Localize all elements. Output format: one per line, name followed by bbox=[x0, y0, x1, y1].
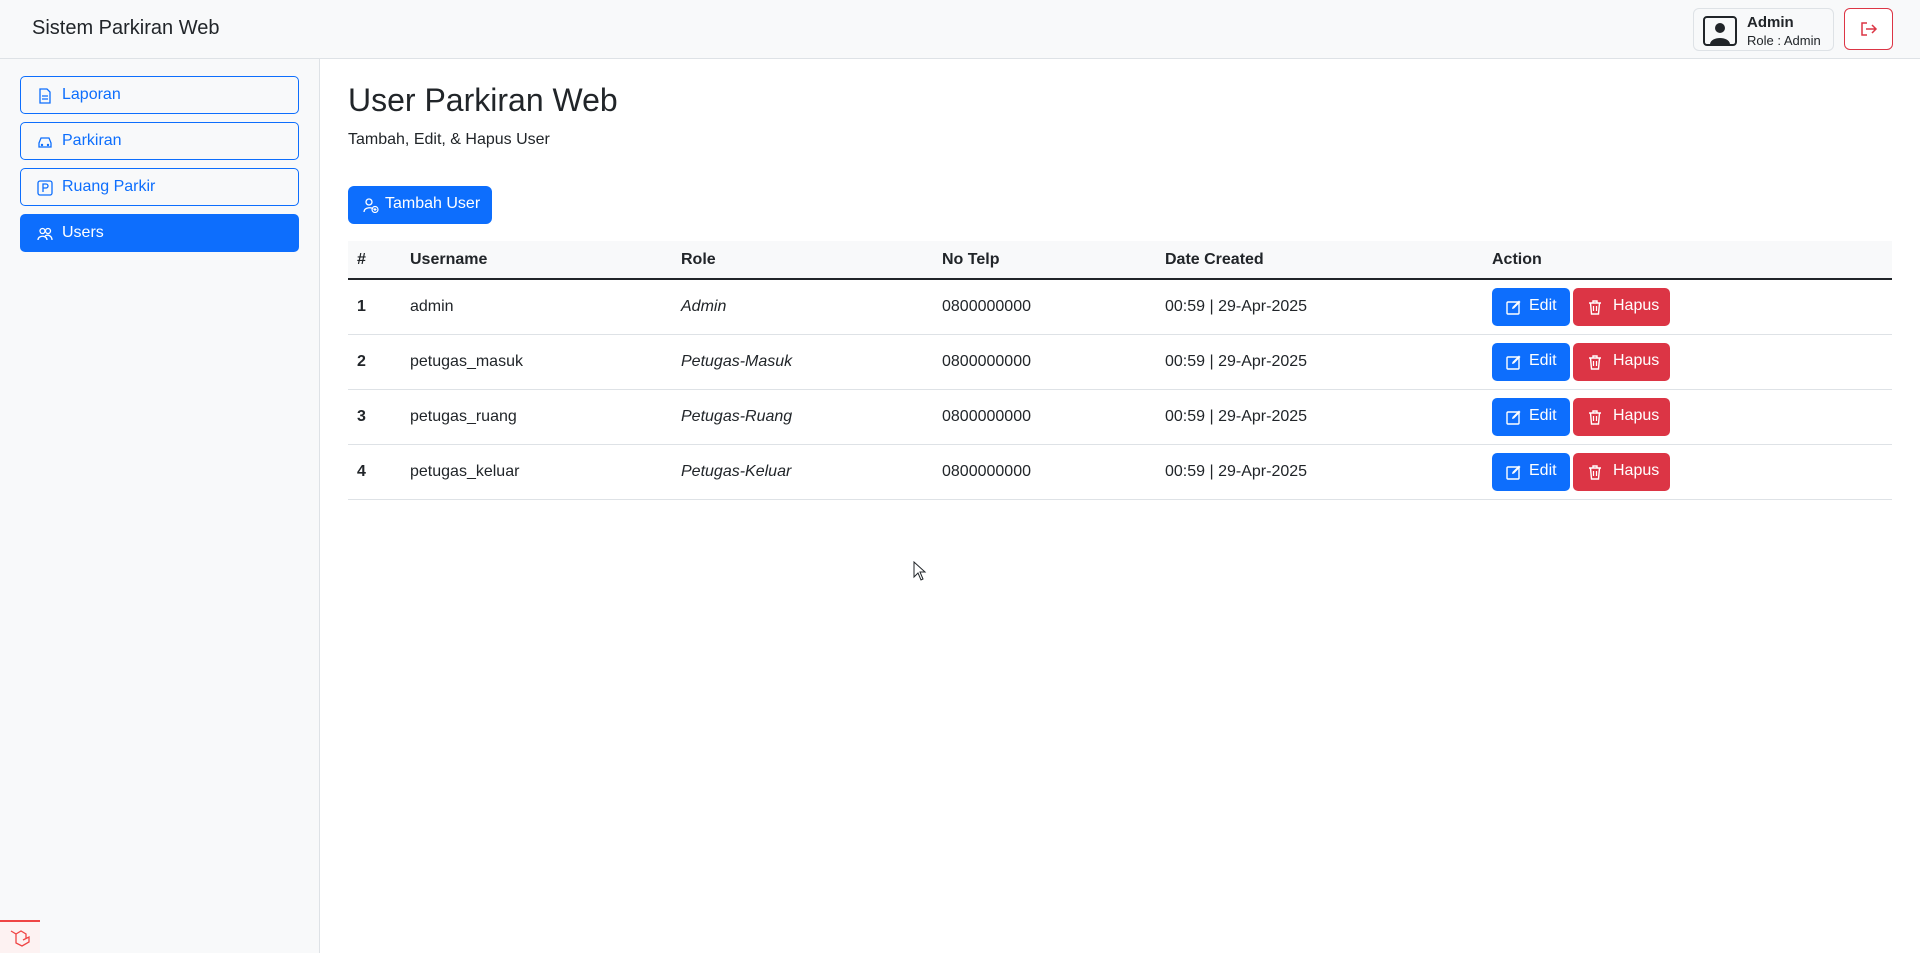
phone-cell: 0800000000 bbox=[942, 408, 1031, 425]
phone-cell: 0800000000 bbox=[942, 298, 1031, 315]
edit-label: Edit bbox=[1529, 297, 1557, 314]
delete-button[interactable]: Hapus bbox=[1573, 288, 1670, 326]
sidebar-item-users[interactable]: Users bbox=[20, 214, 299, 252]
user-role: Role : Admin bbox=[1747, 33, 1821, 48]
column-header: # bbox=[357, 251, 366, 268]
edit-label: Edit bbox=[1529, 462, 1557, 479]
username-cell: admin bbox=[410, 298, 454, 315]
table-row: 1 admin Admin 0800000000 00:59 | 29-Apr-2025… bbox=[348, 280, 1892, 335]
sidebar-item-parkiran[interactable]: Parkiran bbox=[20, 122, 299, 160]
date-created-cell: 00:59 | 29-Apr-2025 bbox=[1165, 298, 1308, 315]
column-header: No Telp bbox=[942, 251, 1000, 268]
column-header: Username bbox=[410, 251, 488, 268]
role-cell: Petugas-Keluar bbox=[681, 463, 792, 480]
sidebar-item-label: Laporan bbox=[62, 86, 121, 103]
delete-label: Hapus bbox=[1613, 297, 1660, 314]
table-row: 3 petugas_ruang Petugas-Ruang 0800000000 00:… bbox=[348, 390, 1892, 445]
date-created-cell: 00:59 | 29-Apr-2025 bbox=[1165, 353, 1308, 370]
trash-icon bbox=[1589, 355, 1601, 370]
edit-button[interactable]: Edit bbox=[1492, 398, 1570, 436]
edit-label: Edit bbox=[1529, 407, 1557, 424]
users-icon bbox=[37, 227, 53, 241]
delete-button[interactable]: Hapus bbox=[1573, 343, 1670, 381]
role-cell: Petugas-Ruang bbox=[681, 408, 793, 425]
username-cell: petugas_ruang bbox=[410, 408, 517, 425]
username-cell: petugas_keluar bbox=[410, 463, 520, 480]
sidebar-item-label: Users bbox=[62, 224, 104, 241]
edit-icon bbox=[1506, 355, 1521, 370]
page-title: User Parkiran Web bbox=[348, 82, 618, 118]
delete-button[interactable]: Hapus bbox=[1573, 398, 1670, 436]
delete-label: Hapus bbox=[1613, 462, 1660, 479]
table-row: 2 petugas_masuk Petugas-Masuk 0800000000 00:… bbox=[348, 335, 1892, 390]
file-icon bbox=[39, 88, 51, 104]
laravel-debugbar-icon[interactable] bbox=[0, 920, 40, 953]
role-cell: Admin bbox=[681, 298, 727, 315]
mouse-cursor-icon bbox=[913, 561, 927, 581]
laravel-icon bbox=[10, 929, 30, 947]
table-body: 1 admin Admin 0800000000 00:59 | 29-Apr-2025… bbox=[348, 280, 1892, 500]
table-row: 4 petugas_keluar Petugas-Keluar 0800000000 0… bbox=[348, 445, 1892, 500]
edit-button[interactable]: Edit bbox=[1492, 453, 1570, 491]
row-number: 4 bbox=[357, 463, 366, 480]
sidebar: Laporan Parkiran Ruang Parkir Users bbox=[0, 59, 320, 953]
user-plus-icon bbox=[363, 198, 379, 213]
avatar-icon bbox=[1703, 16, 1737, 46]
edit-icon bbox=[1506, 300, 1521, 315]
parking-icon bbox=[37, 180, 53, 196]
edit-button[interactable]: Edit bbox=[1492, 343, 1570, 381]
page-subtitle: Tambah, Edit, & Hapus User bbox=[348, 131, 550, 148]
row-number: 2 bbox=[357, 353, 366, 370]
add-user-button[interactable]: Tambah User bbox=[348, 186, 492, 224]
edit-icon bbox=[1506, 465, 1521, 480]
column-header: Date Created bbox=[1165, 251, 1264, 268]
delete-label: Hapus bbox=[1613, 352, 1660, 369]
column-header: Role bbox=[681, 251, 716, 268]
delete-label: Hapus bbox=[1613, 407, 1660, 424]
phone-cell: 0800000000 bbox=[942, 463, 1031, 480]
trash-icon bbox=[1589, 465, 1601, 480]
delete-button[interactable]: Hapus bbox=[1573, 453, 1670, 491]
edit-label: Edit bbox=[1529, 352, 1557, 369]
top-navbar: Sistem Parkiran Web Admin Role : Admin bbox=[0, 0, 1920, 59]
sidebar-item-ruang-parkir[interactable]: Ruang Parkir bbox=[20, 168, 299, 206]
logout-icon bbox=[1860, 22, 1877, 36]
car-icon bbox=[38, 137, 52, 148]
app-brand[interactable]: Sistem Parkiran Web bbox=[32, 17, 219, 40]
role-cell: Petugas-Masuk bbox=[681, 353, 793, 370]
trash-icon bbox=[1589, 300, 1601, 315]
user-profile[interactable]: Admin Role : Admin bbox=[1693, 8, 1834, 51]
column-header: Action bbox=[1492, 251, 1542, 268]
row-number: 3 bbox=[357, 408, 366, 425]
user-name: Admin bbox=[1747, 14, 1794, 31]
users-table: # Username Role No Telp Date Created Act… bbox=[348, 241, 1892, 500]
sidebar-item-label: Ruang Parkir bbox=[62, 178, 156, 195]
edit-icon bbox=[1506, 410, 1521, 425]
edit-button[interactable]: Edit bbox=[1492, 288, 1570, 326]
sidebar-item-laporan[interactable]: Laporan bbox=[20, 76, 299, 114]
trash-icon bbox=[1589, 410, 1601, 425]
row-number: 1 bbox=[357, 298, 366, 315]
date-created-cell: 00:59 | 29-Apr-2025 bbox=[1165, 463, 1308, 480]
sidebar-item-label: Parkiran bbox=[62, 132, 122, 149]
table-header: # Username Role No Telp Date Created Act… bbox=[348, 241, 1892, 280]
date-created-cell: 00:59 | 29-Apr-2025 bbox=[1165, 408, 1308, 425]
phone-cell: 0800000000 bbox=[942, 353, 1031, 370]
add-user-label: Tambah User bbox=[385, 195, 481, 212]
username-cell: petugas_masuk bbox=[410, 353, 523, 370]
logout-button[interactable] bbox=[1844, 8, 1893, 50]
